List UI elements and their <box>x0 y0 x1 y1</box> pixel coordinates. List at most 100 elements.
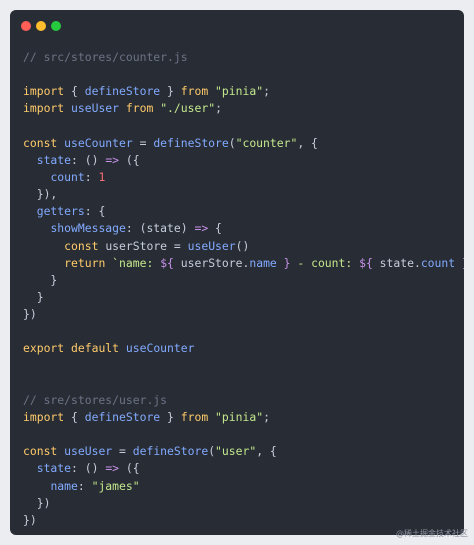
code-line: state: () => ({ <box>23 460 464 477</box>
code-token-keyword: const <box>23 135 58 150</box>
code-line: } <box>23 289 464 306</box>
code-token-property: useUser <box>71 101 120 116</box>
code-token-punct: }) <box>23 307 37 322</box>
code-line: }) <box>23 512 464 529</box>
minimize-window-dot-icon[interactable] <box>36 21 46 31</box>
code-token-property: useCounter <box>64 135 133 150</box>
code-line: }) <box>23 495 464 512</box>
code-token-property: defineStore <box>84 409 161 424</box>
maximize-window-dot-icon[interactable] <box>51 21 61 31</box>
code-token-property: defineStore <box>132 444 209 459</box>
code-token-punct: : <box>77 478 92 493</box>
code-token-punct: }), <box>23 187 58 202</box>
code-token-string: "pinia" <box>215 84 264 99</box>
code-token-punct: ( <box>228 135 236 150</box>
code-token-punct: } <box>23 289 44 304</box>
code-line: // src/stores/counter.js <box>23 49 464 66</box>
code-token-keyword: export <box>23 341 65 356</box>
code-token-punct: } <box>160 409 181 424</box>
code-token-string: ` <box>105 255 120 270</box>
code-line: const userStore = useUser() <box>23 238 464 255</box>
code-token-punct: : () <box>71 461 106 476</box>
code-line: state: () => ({ <box>23 152 464 169</box>
code-token-plain: state <box>379 255 414 270</box>
code-token-string: "pinia" <box>215 409 264 424</box>
code-line: import { defineStore } from "pinia"; <box>23 409 464 426</box>
code-token-punct: ; <box>263 84 270 99</box>
code-token-punct: { <box>64 409 85 424</box>
close-window-dot-icon[interactable] <box>21 21 31 31</box>
code-token-punct: () <box>235 238 250 253</box>
code-line: import useUser from "./user"; <box>23 100 464 117</box>
code-token-keyword: default <box>71 341 120 356</box>
code-line: const useUser = defineStore("user", { <box>23 443 464 460</box>
code-line: showMessage: (state) => { <box>23 220 464 237</box>
code-token-property: state <box>36 461 72 476</box>
code-token-punct: { <box>64 84 85 99</box>
code-token-property: defineStore <box>84 84 161 99</box>
code-token-property: getters <box>36 204 85 219</box>
code-token-punct: = <box>167 238 188 253</box>
code-token-punct: ({ <box>119 461 140 476</box>
code-token-comment: // src/stores/counter.js <box>23 50 188 64</box>
code-block: // src/stores/counter.js import { defineS… <box>23 49 464 535</box>
code-token-string: - count: <box>290 255 360 270</box>
code-line: return `name: ${ userStore. name } - coun… <box>23 255 464 272</box>
code-token-punct: : () <box>71 152 106 167</box>
code-line: getters: { <box>23 203 464 220</box>
code-token-plain: userStore <box>105 238 168 253</box>
code-token-operator: => <box>105 152 120 167</box>
code-token-comment: // sre/stores/user.js <box>23 392 168 407</box>
code-token-string: name: <box>119 255 161 270</box>
code-token-keyword: from <box>180 409 209 424</box>
code-token-string: "counter" <box>235 135 298 150</box>
code-token-punct: ; <box>263 409 270 424</box>
code-token-property: count <box>50 169 85 184</box>
code-token-keyword: import <box>23 84 65 99</box>
code-token-property: useUser <box>64 444 113 459</box>
code-token-plain: userStore <box>180 255 243 270</box>
code-line: const useCounter = defineStore("counter"… <box>23 135 464 152</box>
code-token-property: showMessage <box>50 221 126 236</box>
code-token-keyword: const <box>23 444 58 459</box>
code-token-operator: => <box>194 221 209 236</box>
code-token-keyword: return <box>64 255 106 270</box>
code-line: name: "james" <box>23 478 464 495</box>
code-token-keyword: from <box>125 101 154 116</box>
code-token-punct: } <box>23 272 58 287</box>
code-token-operator: => <box>105 461 120 476</box>
code-token-punct: , { <box>297 135 318 150</box>
code-token-punct: }) <box>23 495 51 510</box>
code-line: } <box>23 272 464 289</box>
code-token-keyword: import <box>23 101 65 116</box>
code-token-operator: ${ <box>359 255 380 270</box>
code-token-punct: ({ <box>119 152 140 167</box>
code-token-punct: } <box>160 84 181 99</box>
code-token-property: name <box>50 478 78 493</box>
code-line: count: 1 <box>23 169 464 186</box>
code-line: // sre/stores/user.js <box>23 392 464 409</box>
code-token-property: name <box>249 255 277 270</box>
code-line: }), <box>23 186 464 203</box>
code-token-punct: , { <box>256 444 277 459</box>
code-token-punct: ) <box>180 221 195 236</box>
code-window: // src/stores/counter.js import { defineS… <box>10 10 464 535</box>
code-token-punct: }) <box>23 512 37 527</box>
watermark: @稀土掘金技术社区 <box>396 529 468 538</box>
code-token-property: state <box>36 152 72 167</box>
code-line: import { defineStore } from "pinia"; <box>23 83 464 100</box>
code-token-punct: : ( <box>125 221 147 236</box>
